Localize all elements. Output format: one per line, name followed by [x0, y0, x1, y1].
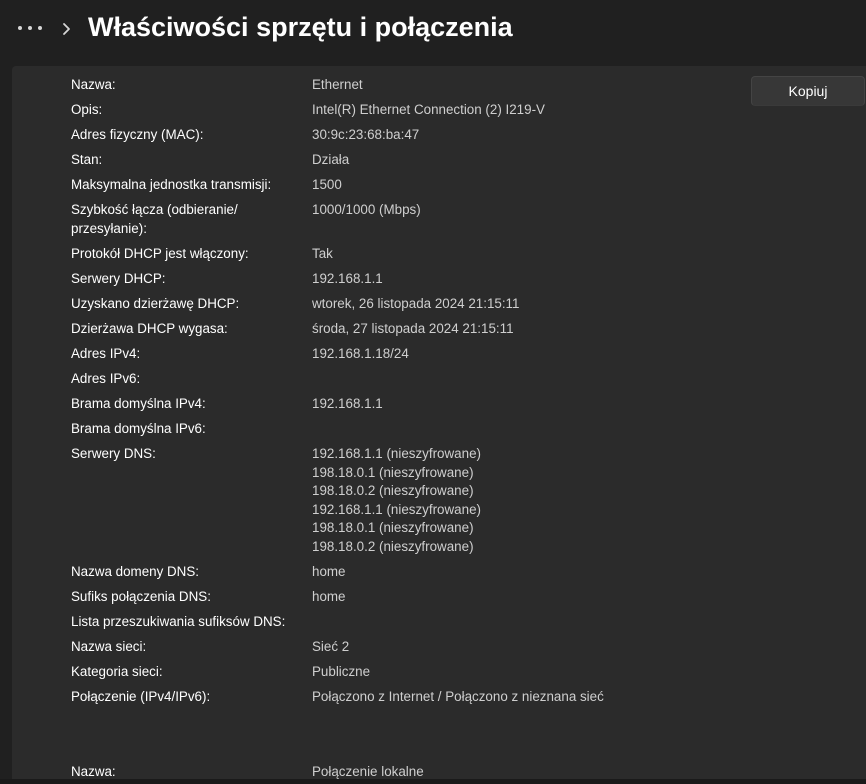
- property-value: 1500: [312, 177, 342, 192]
- property-label: Nazwa sieci:: [71, 639, 147, 654]
- property-label: Adres fizyczny (MAC):: [71, 127, 204, 142]
- property-value: środa, 27 listopada 2024 21:15:11: [312, 321, 514, 336]
- dns-server-list: 192.168.1.1 (nieszyfrowane) 198.18.0.1 (…: [312, 445, 732, 556]
- dns-server-entry: 198.18.0.2 (nieszyfrowane): [312, 483, 474, 498]
- property-label: Kategoria sieci:: [71, 664, 163, 679]
- property-value: wtorek, 26 listopada 2024 21:15:11: [312, 296, 520, 311]
- dns-server-entry: 192.168.1.1 (nieszyfrowane): [312, 446, 481, 461]
- property-label: Maksymalna jednostka transmisji:: [71, 177, 272, 192]
- property-value: Połączono z Internet / Połączono z niezn…: [312, 689, 604, 704]
- property-value: 192.168.1.1: [312, 271, 383, 286]
- property-value: Działa: [312, 152, 350, 167]
- header-bar: Właściwości sprzętu i połączenia: [0, 0, 866, 64]
- property-label: Dzierżawa DHCP wygasa:: [71, 321, 228, 336]
- property-label: Połączenie (IPv4/IPv6):: [71, 689, 211, 704]
- property-label: Protokół DHCP jest włączony:: [71, 246, 249, 261]
- property-value: Sieć 2: [312, 639, 350, 654]
- property-label: Serwery DNS:: [71, 446, 156, 461]
- property-label: Brama domyślna IPv4:: [71, 396, 206, 411]
- property-label: Stan:: [71, 152, 103, 167]
- property-label: Nazwa domeny DNS:: [71, 564, 200, 579]
- property-label: Adres IPv6:: [71, 371, 141, 386]
- dns-server-entry: 198.18.0.1 (nieszyfrowane): [312, 464, 474, 480]
- property-label: Sufiks połączenia DNS:: [71, 589, 211, 604]
- property-value: 1000/1000 (Mbps): [312, 202, 421, 217]
- page-title: Właściwości sprzętu i połączenia: [88, 12, 513, 42]
- property-value: home: [312, 564, 346, 579]
- copy-button[interactable]: Kopiuj: [751, 76, 865, 106]
- property-label: Szybkość łącza (odbieranie/ przesyłanie)…: [71, 202, 238, 236]
- property-label: Serwery DHCP:: [71, 271, 166, 286]
- property-label: Opis:: [71, 102, 103, 117]
- property-value: Intel(R) Ethernet Connection (2) I219-V: [312, 102, 545, 117]
- property-value: home: [312, 589, 346, 604]
- property-value: Ethernet: [312, 77, 363, 92]
- dns-server-entry: 192.168.1.1 (nieszyfrowane): [312, 501, 481, 517]
- chevron-right-icon: [63, 23, 70, 35]
- property-value: Tak: [312, 246, 333, 261]
- dns-server-entry: 198.18.0.1 (nieszyfrowane): [312, 520, 474, 535]
- property-value: 192.168.1.18/24: [312, 346, 409, 361]
- taskbar-edge: [0, 779, 866, 784]
- dns-server-entry: 198.18.0.2 (nieszyfrowane): [312, 538, 474, 554]
- property-value: Publiczne: [312, 664, 371, 679]
- property-label: Nazwa:: [71, 77, 116, 92]
- more-options-icon[interactable]: [18, 18, 42, 38]
- property-label: Lista przeszukiwania sufiksów DNS:: [71, 614, 286, 629]
- property-value: 30:9c:23:68:ba:47: [312, 127, 420, 142]
- property-value: 192.168.1.1: [312, 396, 383, 411]
- property-label: Brama domyślna IPv6:: [71, 421, 206, 436]
- property-label: Uzyskano dzierżawę DHCP:: [71, 296, 240, 311]
- property-label: Adres IPv4:: [71, 346, 141, 361]
